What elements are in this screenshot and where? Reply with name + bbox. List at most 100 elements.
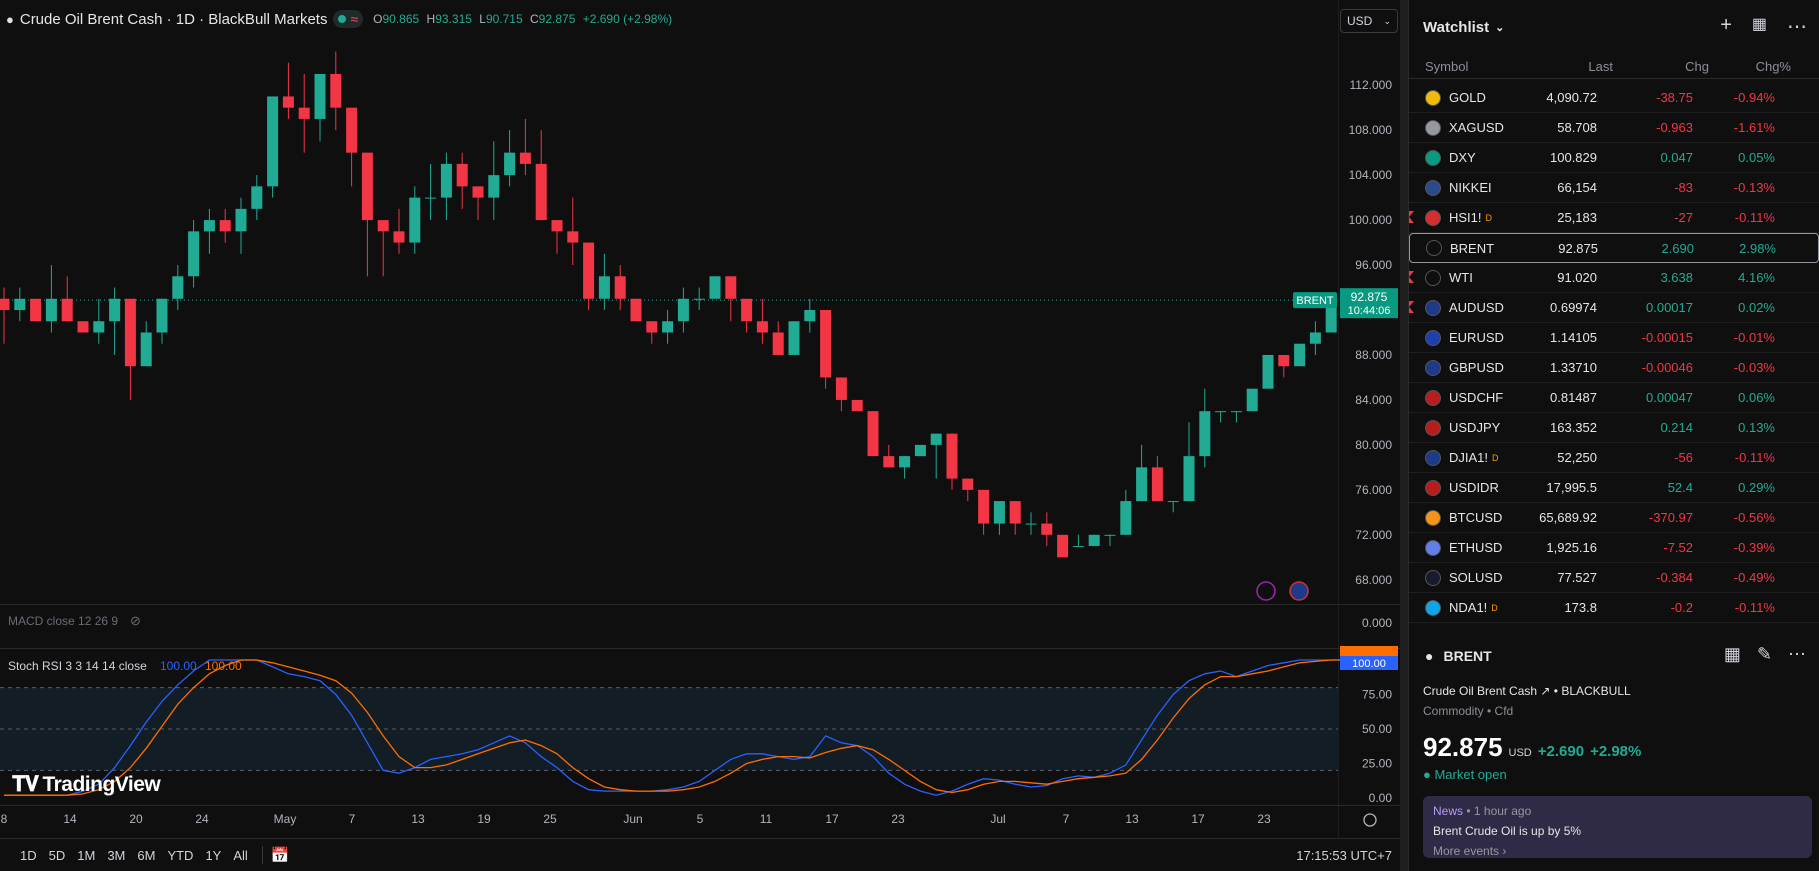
- watchlist-row-audusd[interactable]: AUDUSD 0.69974 0.00017 0.02%: [1409, 293, 1819, 323]
- more-events-link[interactable]: More events ›: [1433, 844, 1802, 858]
- candle-body: [567, 231, 579, 243]
- symbol-detail: ● BRENT ▦ ✎ ⋯ Crude Oil Brent Cash ↗ • BLAC…: [1409, 628, 1819, 858]
- range-3m[interactable]: 3M: [101, 848, 131, 863]
- more-icon[interactable]: ⋯: [1787, 14, 1807, 39]
- watchlist-row-btcusd[interactable]: BTCUSD 65,689.92 -370.97 -0.56%: [1409, 503, 1819, 533]
- dollar-icon: [1425, 149, 1441, 166]
- row-symbol: GBPUSD: [1409, 359, 1504, 376]
- watchlist-row-gbpusd[interactable]: GBPUSD 1.33710 -0.00046 -0.03%: [1409, 353, 1819, 383]
- more-icon[interactable]: ⋯: [1788, 644, 1806, 665]
- col-symbol[interactable]: Symbol: [1409, 59, 1517, 74]
- flag-icon[interactable]: [1409, 211, 1414, 223]
- watchlist-row-solusd[interactable]: SOLUSD 77.527 -0.384 -0.49%: [1409, 563, 1819, 593]
- range-5d[interactable]: 5D: [43, 848, 72, 863]
- tradingview-logo[interactable]: 𝐓𝐕 TradingView: [12, 773, 161, 797]
- candle-body: [693, 298, 705, 300]
- range-ytd[interactable]: YTD: [161, 848, 199, 863]
- watchlist-row-dxy[interactable]: DXY 100.829 0.047 0.05%: [1409, 143, 1819, 173]
- range-1d[interactable]: 1D: [14, 848, 43, 863]
- tv-logo-icon: 𝐓𝐕: [12, 773, 39, 796]
- row-last: 17,995.5: [1546, 480, 1597, 495]
- candle-body: [820, 310, 832, 378]
- range-all[interactable]: All: [227, 848, 253, 863]
- watchlist-row-hsi1[interactable]: HSI1! D 25,183 -27 -0.11%: [1409, 203, 1819, 233]
- row-last: 65,689.92: [1539, 510, 1597, 525]
- flag-icon[interactable]: [1409, 271, 1414, 283]
- range-1m[interactable]: 1M: [71, 848, 101, 863]
- watchlist-row-nikkei[interactable]: NIKKEI 66,154 -83 -0.13%: [1409, 173, 1819, 203]
- add-symbol-icon[interactable]: +: [1720, 14, 1732, 39]
- col-chg-pct[interactable]: Chg%: [1709, 59, 1791, 74]
- candle-body: [504, 152, 516, 176]
- stoch-tick: 25.00: [1362, 757, 1392, 771]
- edit-icon[interactable]: ✎: [1757, 644, 1772, 665]
- detail-name[interactable]: Crude Oil Brent Cash: [1423, 684, 1537, 698]
- candle-body: [741, 298, 753, 322]
- candle-body: [188, 231, 200, 277]
- watchlist-row-brent[interactable]: BRENT 92.875 2.690 2.98%: [1409, 233, 1819, 263]
- stoch-tick: 0.00: [1369, 791, 1393, 805]
- row-chg: -38.75: [1656, 90, 1693, 105]
- watchlist-row-wti[interactable]: WTI 91.020 3.638 4.16%: [1409, 263, 1819, 293]
- col-last[interactable]: Last: [1517, 59, 1613, 74]
- oil-drop-icon: [1426, 240, 1442, 256]
- panel-divider[interactable]: [1400, 0, 1408, 871]
- pane-separator: [0, 604, 1400, 605]
- row-chg: 52.4: [1667, 480, 1693, 495]
- row-last: 77.527: [1557, 570, 1597, 585]
- candle-body: [314, 73, 326, 119]
- external-link-icon[interactable]: ↗: [1540, 684, 1550, 698]
- price-tick: 68.000: [1355, 573, 1392, 587]
- clock[interactable]: 17:15:53 UTC+7: [1296, 848, 1392, 863]
- candle-body: [330, 73, 342, 108]
- watchlist-row-eurusd[interactable]: EURUSD 1.14105 -0.00015 -0.01%: [1409, 323, 1819, 353]
- watchlist-row-xagusd[interactable]: XAGUSD 58.708 -0.963 -1.61%: [1409, 113, 1819, 143]
- candle-body: [614, 276, 626, 299]
- row-symbol: BTCUSD: [1409, 509, 1502, 526]
- candle-body: [409, 197, 421, 243]
- oil-drop-icon: [1425, 269, 1441, 286]
- candle-body: [361, 152, 373, 221]
- row-symbol: XAGUSD: [1409, 119, 1504, 136]
- watchlist-row-usdjpy[interactable]: USDJPY 163.352 0.214 0.13%: [1409, 413, 1819, 443]
- chevron-down-icon[interactable]: ⌄: [1495, 21, 1504, 34]
- row-chg: 0.214: [1660, 420, 1693, 435]
- row-chg-pct: -0.13%: [1733, 180, 1775, 195]
- time-tick: 13: [411, 812, 425, 826]
- watchlist-row-gold[interactable]: GOLD 4,090.72 -38.75 -0.94%: [1409, 83, 1819, 113]
- watchlist-row-usdidr[interactable]: USDIDR 17,995.5 52.4 0.29%: [1409, 473, 1819, 503]
- candle-body: [282, 96, 294, 108]
- watchlist-row-djia1[interactable]: DJIA1! D 52,250 -56 -0.11%: [1409, 443, 1819, 473]
- row-last: 1,925.16: [1546, 540, 1597, 555]
- candle-body: [899, 456, 911, 468]
- range-6m[interactable]: 6M: [131, 848, 161, 863]
- candle-body: [1230, 411, 1242, 413]
- row-chg-pct: -0.94%: [1733, 90, 1775, 105]
- row-symbol: AUDUSD: [1409, 299, 1504, 316]
- price-tick: 80.000: [1355, 438, 1392, 452]
- time-tick: May: [274, 812, 297, 826]
- time-tick: 11: [760, 812, 773, 826]
- watchlist-row-ethusd[interactable]: ETHUSD 1,925.16 -7.52 -0.39%: [1409, 533, 1819, 563]
- col-chg[interactable]: Chg: [1613, 59, 1709, 74]
- watchlist-row-nda1[interactable]: NDA1! D 173.8 -0.2 -0.11%: [1409, 593, 1819, 623]
- price-chart[interactable]: 112.000108.000104.000100.00096.00092.000…: [0, 0, 1400, 838]
- watchlist-row-usdchf[interactable]: USDCHF 0.81487 0.00047 0.06%: [1409, 383, 1819, 413]
- candle-body: [488, 175, 500, 198]
- calendar-icon[interactable]: 📅: [271, 846, 290, 864]
- range-1y[interactable]: 1Y: [199, 848, 227, 863]
- layout-icon[interactable]: ▦: [1724, 644, 1741, 665]
- stoch-k-tag: 100.00: [1352, 658, 1386, 670]
- news-card[interactable]: News • 1 hour ago Brent Crude Oil is up …: [1423, 796, 1812, 858]
- chart-pane[interactable]: ● Crude Oil Brent Cash · 1D · BlackBull …: [0, 0, 1400, 871]
- watchlist-title[interactable]: Watchlist: [1423, 19, 1489, 36]
- table-view-icon[interactable]: ▦: [1752, 14, 1767, 39]
- time-tick: 23: [891, 812, 905, 826]
- row-chg: 0.00017: [1646, 300, 1693, 315]
- row-symbol: USDIDR: [1409, 479, 1501, 496]
- flag-icon[interactable]: [1409, 301, 1414, 313]
- row-chg-pct: 0.29%: [1738, 480, 1775, 495]
- candle-body: [140, 332, 152, 367]
- news-headline[interactable]: Brent Crude Oil is up by 5%: [1433, 824, 1802, 838]
- candle-body: [219, 220, 231, 232]
